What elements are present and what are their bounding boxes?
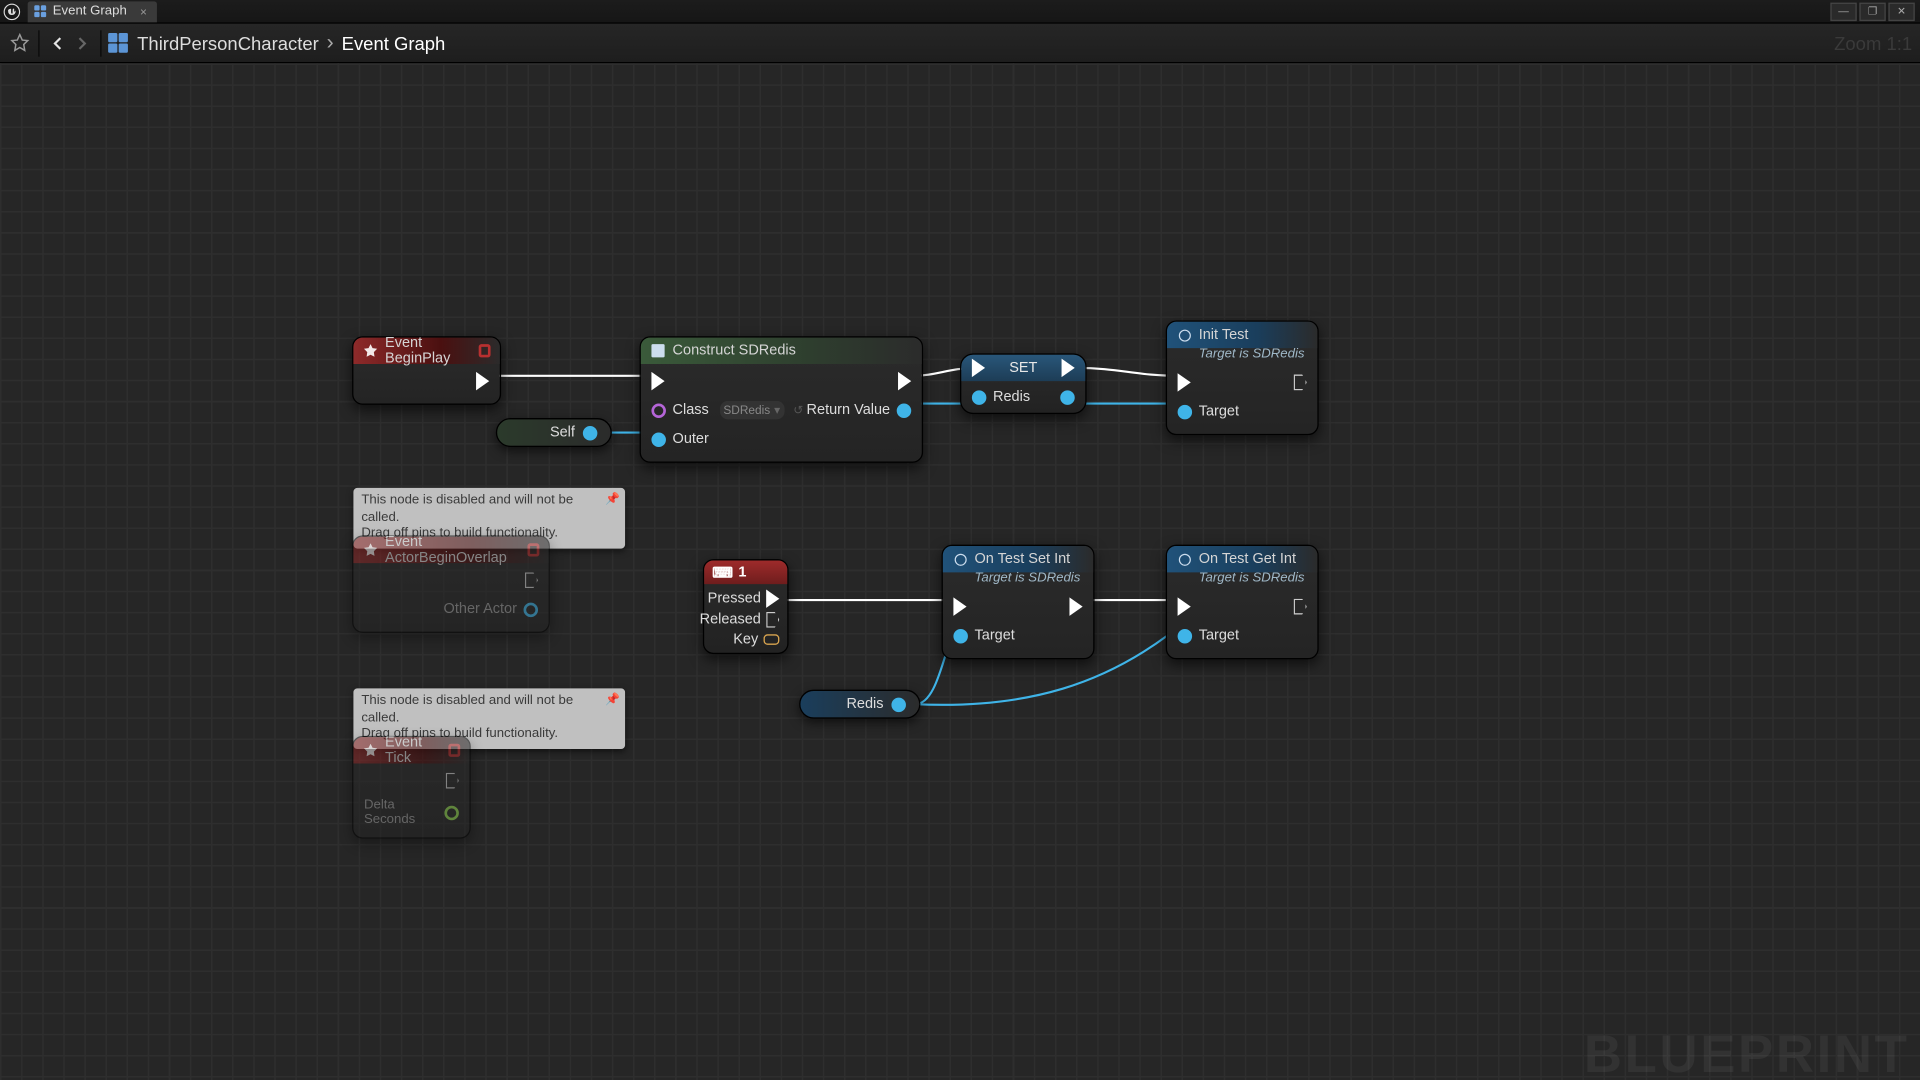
delegate-pin[interactable] [448, 744, 460, 757]
pin-label: Outer [673, 431, 709, 447]
data-out-pin[interactable] [1060, 390, 1075, 405]
blueprint-watermark: BLUEPRINT [1584, 1026, 1910, 1080]
node-event-tick[interactable]: Event Tick Delta Seconds [352, 736, 471, 839]
pin-label: Target [975, 628, 1015, 644]
delegate-pin[interactable] [527, 543, 539, 556]
node-subtitle: Target is SDRedis [1167, 345, 1317, 365]
favorite-icon[interactable] [8, 31, 32, 55]
key-label: 1 [738, 564, 746, 580]
class-dropdown[interactable]: SDRedis▾ [719, 401, 784, 419]
exec-out-pin[interactable] [1294, 599, 1307, 615]
exec-in-pin[interactable] [651, 372, 664, 390]
variable-get-self[interactable]: Self [496, 418, 612, 447]
tab-event-graph[interactable]: Event Graph × [28, 1, 158, 22]
node-title: On Test Get Int [1199, 551, 1296, 567]
data-out-pin[interactable] [583, 425, 598, 440]
data-out-pin[interactable] [524, 602, 539, 617]
outer-pin[interactable] [651, 432, 666, 447]
exec-in-pin[interactable] [953, 597, 966, 615]
node-title: SET [985, 360, 1061, 376]
window-titlebar: Event Graph × — ❐ ✕ [0, 0, 1920, 24]
exec-out-pin[interactable] [1069, 597, 1082, 615]
function-icon [952, 551, 968, 567]
construct-icon [650, 343, 666, 359]
graph-icon [34, 5, 47, 18]
pin-label: Other Actor [444, 601, 517, 617]
var-label: Redis [846, 696, 883, 712]
unreal-logo-icon [0, 0, 24, 23]
node-keyboard-1[interactable]: ⌨ 1 Pressed Released Key [703, 559, 789, 654]
exec-out-pin[interactable] [898, 372, 911, 390]
divider [38, 30, 39, 56]
node-event-beginplay[interactable]: Event BeginPlay [352, 336, 501, 405]
target-pin[interactable] [1178, 628, 1193, 643]
node-set-redis[interactable]: SET Redis [960, 353, 1087, 414]
breadcrumb-toolbar: ThirdPersonCharacter › Event Graph Zoom … [0, 24, 1920, 64]
pin-label: Class [673, 402, 709, 418]
pressed-pin[interactable] [766, 589, 779, 607]
event-icon [363, 343, 379, 359]
divider [100, 30, 101, 56]
node-title: On Test Set Int [975, 551, 1071, 567]
var-label: Self [550, 425, 575, 441]
back-button[interactable] [46, 31, 70, 55]
exec-in-pin[interactable] [1178, 597, 1191, 615]
zoom-indicator: Zoom 1:1 [1834, 32, 1912, 53]
node-actor-begin-overlap[interactable]: Event ActorBeginOverlap Other Actor [352, 535, 550, 633]
event-icon [363, 742, 379, 758]
maximize-button[interactable]: ❐ [1859, 2, 1885, 20]
node-title: Event Tick [385, 735, 442, 767]
key-pin[interactable] [764, 634, 780, 645]
data-out-pin[interactable] [891, 697, 906, 712]
data-in-pin[interactable] [972, 390, 987, 405]
tab-label: Event Graph [53, 4, 127, 19]
reset-icon[interactable]: ↺ [793, 403, 803, 418]
variable-get-redis[interactable]: Redis [799, 690, 920, 719]
node-subtitle: Target is SDRedis [943, 570, 1093, 590]
node-subtitle: Target is SDRedis [1167, 570, 1317, 590]
blueprint-icon [108, 32, 129, 53]
event-icon [363, 542, 379, 558]
pin-icon: 📌 [605, 492, 620, 507]
node-title: Event ActorBeginOverlap [385, 534, 521, 566]
exec-in-pin[interactable] [972, 359, 985, 377]
pin-label: Redis [993, 389, 1030, 405]
class-pin[interactable] [651, 403, 666, 418]
released-pin[interactable] [766, 612, 779, 628]
exec-out-pin[interactable] [525, 572, 538, 588]
node-on-test-get-int[interactable]: On Test Get Int Target is SDRedis Target [1166, 545, 1319, 660]
pin-label: Target [1199, 404, 1239, 420]
keyboard-icon: ⌨ [712, 564, 733, 581]
target-pin[interactable] [1178, 404, 1193, 419]
exec-out-pin[interactable] [1294, 375, 1307, 391]
graph-canvas[interactable]: Event BeginPlay Construct SDRedis Class … [0, 63, 1920, 1080]
forward-button[interactable] [70, 31, 94, 55]
pin-label: Return Value [807, 402, 891, 418]
close-button[interactable]: ✕ [1888, 2, 1914, 20]
node-init-test[interactable]: Init Test Target is SDRedis Target [1166, 320, 1319, 435]
node-on-test-set-int[interactable]: On Test Set Int Target is SDRedis Target [942, 545, 1095, 660]
node-title: Construct SDRedis [673, 343, 796, 359]
minimize-button[interactable]: — [1830, 2, 1856, 20]
function-icon [1176, 551, 1192, 567]
function-icon [1176, 327, 1192, 343]
node-construct-sdredis[interactable]: Construct SDRedis Class SDRedis▾ ↺ Retur… [640, 336, 924, 463]
breadcrumb-current: Event Graph [342, 32, 446, 53]
node-title: Init Test [1199, 327, 1249, 343]
return-value-pin[interactable] [897, 403, 912, 418]
breadcrumb-parent[interactable]: ThirdPersonCharacter [137, 32, 319, 53]
exec-in-pin[interactable] [1178, 373, 1191, 391]
chevron-right-icon: › [327, 31, 334, 55]
exec-out-pin[interactable] [476, 372, 489, 390]
delegate-pin[interactable] [479, 344, 491, 357]
exec-out-pin[interactable] [1062, 359, 1075, 377]
pin-label: Delta Seconds [364, 798, 438, 827]
pin-icon: 📌 [605, 692, 620, 707]
node-title: Event BeginPlay [385, 335, 472, 367]
close-icon[interactable]: × [140, 5, 147, 18]
target-pin[interactable] [953, 628, 968, 643]
pin-label: Target [1199, 628, 1239, 644]
exec-out-pin[interactable] [446, 773, 459, 789]
data-out-pin[interactable] [444, 805, 459, 820]
